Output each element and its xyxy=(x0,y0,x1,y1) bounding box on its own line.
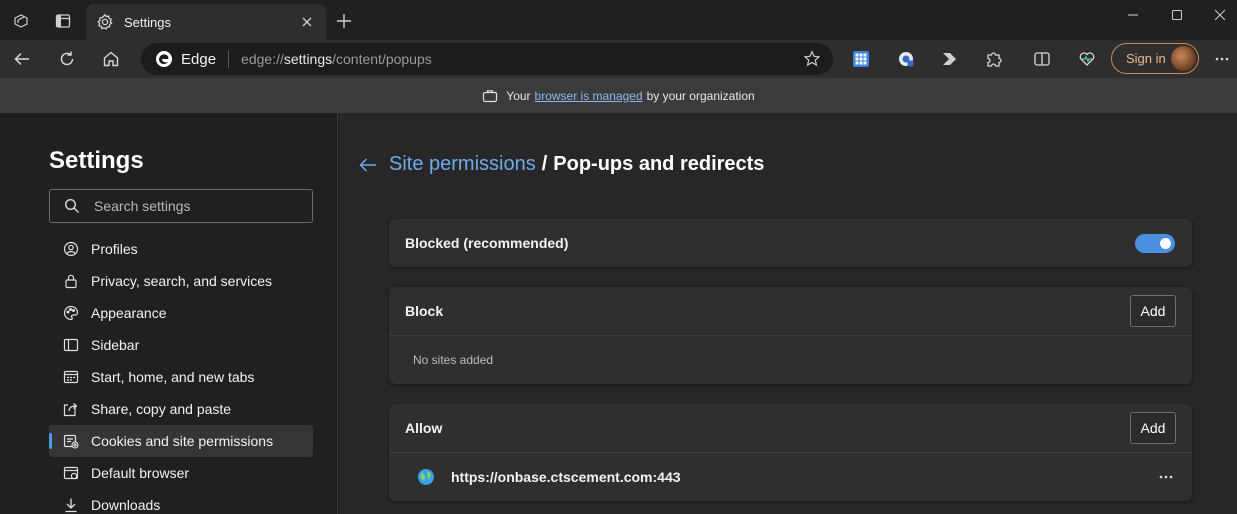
sign-in-label: Sign in xyxy=(1126,51,1166,66)
split-screen-icon[interactable] xyxy=(1028,45,1056,73)
edge-logo-icon xyxy=(155,50,173,68)
managed-prefix: Your xyxy=(506,88,531,103)
minimize-button[interactable] xyxy=(1110,0,1156,30)
share-icon xyxy=(63,401,79,417)
sidebar-item-profiles[interactable]: Profiles xyxy=(49,233,313,265)
address-divider xyxy=(228,50,230,68)
sidebar-item-sidebar[interactable]: Sidebar xyxy=(49,329,313,361)
search-icon xyxy=(64,198,80,214)
vertical-tabs-icon[interactable] xyxy=(50,8,76,34)
block-add-button[interactable]: Add xyxy=(1130,295,1176,327)
sidebar-item-label: Start, home, and new tabs xyxy=(91,369,255,385)
home-button[interactable] xyxy=(97,45,125,73)
forward-extension-icon[interactable] xyxy=(936,45,964,73)
browser-icon xyxy=(63,465,79,481)
list-item: https://onbase.ctscement.com:443 xyxy=(389,453,1192,501)
allow-header: Allow Add xyxy=(389,404,1192,452)
tab-strip: Settings xyxy=(0,0,1237,40)
more-menu-icon[interactable] xyxy=(1208,45,1236,73)
allow-title: Allow xyxy=(405,420,443,436)
sidebar-item-label: Default browser xyxy=(91,465,190,481)
address-brand: Edge xyxy=(181,50,217,68)
toolbar: Edge edge://settings/content/popups Sign… xyxy=(0,40,1237,78)
workspaces-icon[interactable] xyxy=(8,8,34,34)
palette-icon xyxy=(63,305,79,321)
sidebar-icon xyxy=(63,337,79,353)
blocked-toggle[interactable] xyxy=(1135,234,1175,253)
toggle-knob xyxy=(1160,238,1171,249)
briefcase-icon xyxy=(482,89,498,103)
sidebar-item-label: Privacy, search, and services xyxy=(91,273,273,289)
allow-card: Allow Add https://onbase.ctscement.com:4… xyxy=(389,404,1192,501)
address-url[interactable]: edge://settings/content/popups xyxy=(241,51,432,67)
refresh-button[interactable] xyxy=(53,45,81,73)
extensions-puzzle-icon[interactable] xyxy=(980,45,1008,73)
managed-notice: Your browser is managed by your organiza… xyxy=(0,78,1237,113)
sidebar-item-downloads[interactable]: Downloads xyxy=(49,489,313,514)
managed-link[interactable]: browser is managed xyxy=(535,89,643,103)
sign-in-button[interactable]: Sign in xyxy=(1111,43,1199,74)
sidebar-item-label: Sidebar xyxy=(91,337,140,353)
tab-settings[interactable]: Settings xyxy=(86,4,326,40)
gear-icon xyxy=(96,13,114,31)
download-icon xyxy=(63,497,79,513)
managed-suffix: by your organization xyxy=(646,88,755,103)
sidebar-item-default-browser[interactable]: Default browser xyxy=(49,457,313,489)
blocked-row: Blocked (recommended) xyxy=(389,219,1192,267)
globe-icon xyxy=(417,468,435,486)
sidebar-item-label: Share, copy and paste xyxy=(91,401,232,417)
blocked-card: Blocked (recommended) xyxy=(389,219,1192,267)
apps-grid-icon[interactable] xyxy=(847,45,875,73)
maximize-button[interactable] xyxy=(1154,0,1200,30)
sidebar-item-privacy[interactable]: Privacy, search, and services xyxy=(49,265,313,297)
settings-title: Settings xyxy=(49,147,144,174)
allow-add-button[interactable]: Add xyxy=(1130,412,1176,444)
sidebar-item-label: Downloads xyxy=(91,497,161,513)
extension-lock-icon[interactable] xyxy=(892,45,920,73)
address-bar[interactable]: Edge edge://settings/content/popups xyxy=(141,43,833,75)
settings-nav: Profiles Privacy, search, and services A… xyxy=(49,233,313,514)
profile-icon xyxy=(63,241,79,257)
block-header: Block Add xyxy=(389,287,1192,335)
blocked-label: Blocked (recommended) xyxy=(405,235,569,251)
sidebar-item-label: Appearance xyxy=(91,305,167,321)
sidebar-item-appearance[interactable]: Appearance xyxy=(49,297,313,329)
sidebar-item-share[interactable]: Share, copy and paste xyxy=(49,393,313,425)
sidebar-item-start-home[interactable]: Start, home, and new tabs xyxy=(49,361,313,393)
lock-icon xyxy=(63,273,79,289)
avatar xyxy=(1171,46,1196,71)
new-tab-button[interactable] xyxy=(331,8,357,34)
block-card: Block Add No sites added xyxy=(389,287,1192,384)
block-title: Block xyxy=(405,303,444,319)
page-title: Pop-ups and redirects xyxy=(553,153,765,175)
tab-title: Settings xyxy=(124,14,171,30)
close-icon[interactable] xyxy=(298,13,316,31)
back-button[interactable] xyxy=(8,45,36,73)
newtab-icon xyxy=(63,369,79,385)
block-empty-text: No sites added xyxy=(413,353,494,367)
settings-sidebar: Settings Profiles Privacy, search, and s… xyxy=(0,113,338,514)
breadcrumb-separator: / xyxy=(541,153,548,175)
breadcrumb-parent-link[interactable]: Site permissions xyxy=(389,153,536,176)
browser-essentials-icon[interactable] xyxy=(1073,45,1101,73)
allowed-site-url: https://onbase.ctscement.com:443 xyxy=(451,469,681,485)
back-arrow-icon[interactable] xyxy=(357,154,379,176)
search-input[interactable] xyxy=(94,198,294,214)
sidebar-item-cookies[interactable]: Cookies and site permissions xyxy=(49,425,313,457)
favorite-star-icon[interactable] xyxy=(803,50,821,68)
main-content: Site permissions / Pop-ups and redirects… xyxy=(339,113,1237,514)
window-close-button[interactable] xyxy=(1197,0,1237,30)
more-options-icon[interactable] xyxy=(1156,467,1176,487)
sidebar-item-label: Profiles xyxy=(91,241,138,257)
sidebar-item-label: Cookies and site permissions xyxy=(91,433,274,449)
search-box[interactable] xyxy=(49,189,313,223)
cookies-icon xyxy=(63,433,79,449)
breadcrumb: Site permissions / Pop-ups and redirects xyxy=(357,153,764,176)
